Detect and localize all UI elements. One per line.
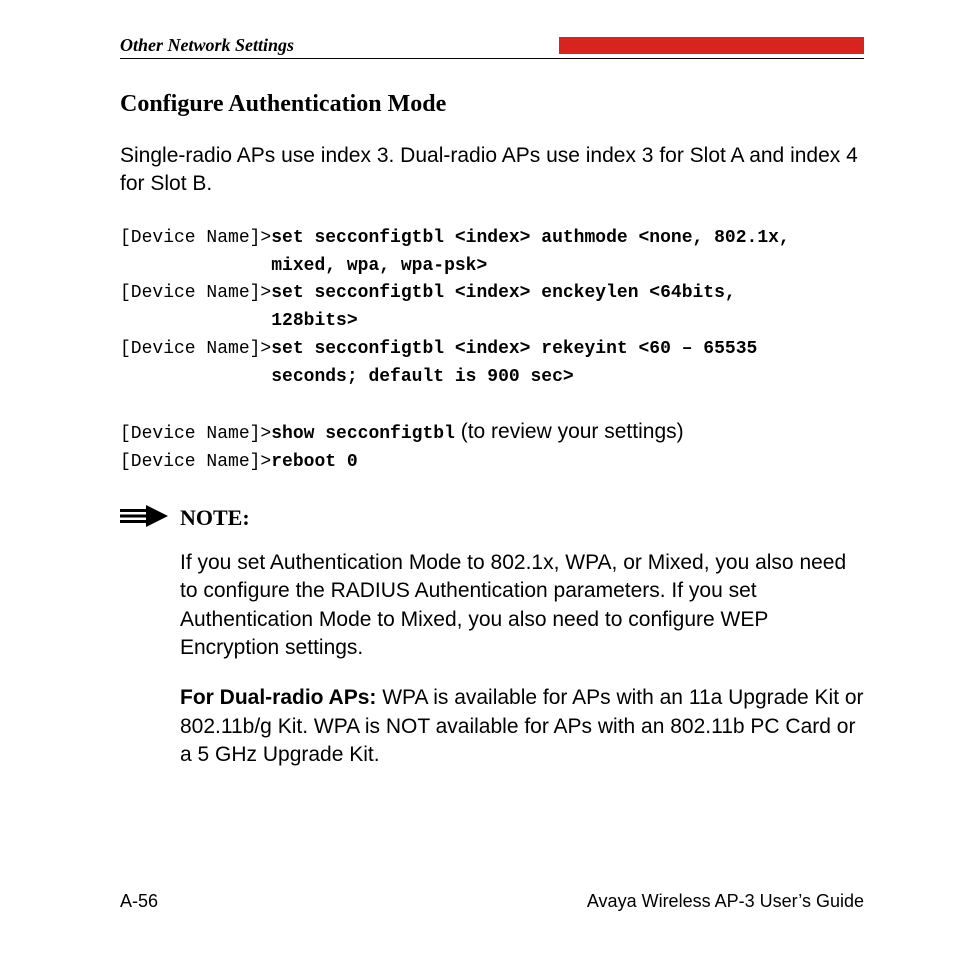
command-block-2: [Device Name]>show secconfigtbl (to revi… bbox=[120, 416, 864, 477]
header-section-title: Other Network Settings bbox=[120, 35, 294, 56]
command-text: seconds; default is 900 sec> bbox=[271, 367, 573, 387]
arrow-icon bbox=[120, 505, 168, 527]
command-row: [Device Name]>show secconfigtbl (to revi… bbox=[120, 416, 864, 449]
document-page: Other Network Settings Configure Authent… bbox=[0, 0, 954, 954]
command-annotation: (to review your settings) bbox=[455, 420, 684, 443]
command-row: [Device Name]>reboot 0 bbox=[120, 449, 864, 477]
prompt: [Device Name]> bbox=[120, 452, 271, 472]
footer-doc-title: Avaya Wireless AP-3 User’s Guide bbox=[587, 891, 864, 912]
footer-page-number: A-56 bbox=[120, 891, 158, 912]
command-text: set secconfigtbl <index> authmode <none,… bbox=[271, 228, 789, 248]
command-text: show secconfigtbl bbox=[271, 424, 455, 444]
command-text: set secconfigtbl <index> enckeylen <64bi… bbox=[271, 283, 735, 303]
command-text: set secconfigtbl <index> rekeyint <60 – … bbox=[271, 339, 757, 359]
page-footer: A-56 Avaya Wireless AP-3 User’s Guide bbox=[120, 891, 864, 912]
note-label: NOTE: bbox=[180, 505, 250, 531]
command-block-1: [Device Name]>set secconfigtbl <index> a… bbox=[120, 225, 864, 392]
header-red-bar bbox=[559, 37, 864, 54]
note-body-1: If you set Authentication Mode to 802.1x… bbox=[180, 549, 864, 662]
section-title: Configure Authentication Mode bbox=[120, 91, 864, 118]
intro-paragraph: Single-radio APs use index 3. Dual-radio… bbox=[120, 142, 864, 199]
note-header: NOTE: bbox=[120, 505, 864, 531]
note-body-2: For Dual-radio APs: WPA is available for… bbox=[180, 684, 864, 769]
prompt: [Device Name]> bbox=[120, 424, 271, 444]
note-body-2-bold: For Dual-radio APs: bbox=[180, 686, 376, 709]
command-text: mixed, wpa, wpa-psk> bbox=[271, 256, 487, 276]
prompt: [Device Name]> bbox=[120, 283, 271, 303]
page-header: Other Network Settings bbox=[120, 35, 864, 59]
prompt: [Device Name]> bbox=[120, 339, 271, 359]
prompt: [Device Name]> bbox=[120, 228, 271, 248]
command-text: reboot 0 bbox=[271, 452, 357, 472]
command-text: 128bits> bbox=[271, 311, 357, 331]
